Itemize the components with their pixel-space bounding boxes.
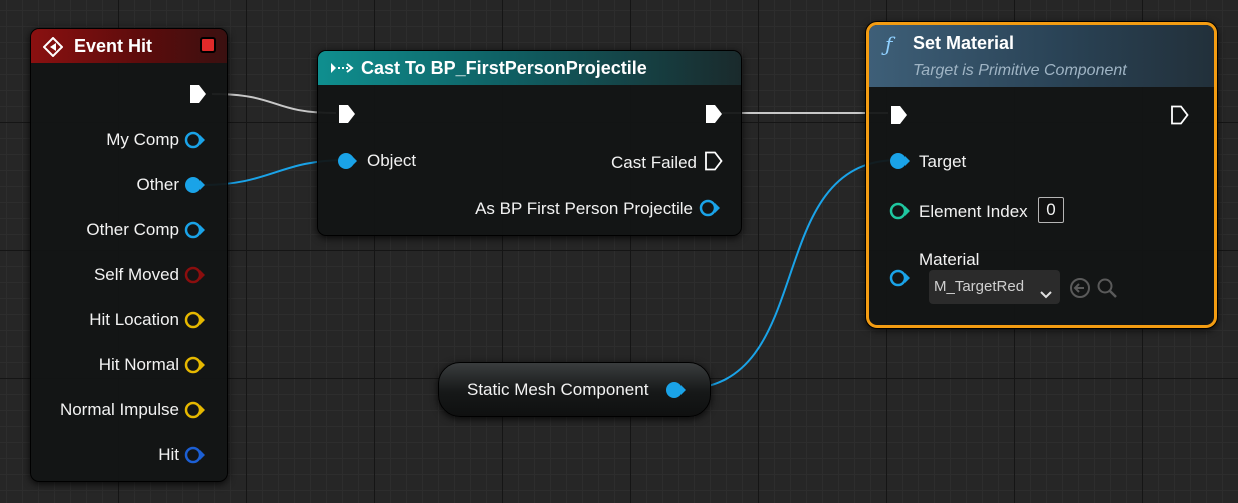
element-index-label: Element Index	[919, 202, 1028, 221]
event-hit-title: Event Hit	[74, 36, 153, 56]
material-pin[interactable]	[889, 268, 910, 288]
hit-normal-pin-label: Hit Normal	[98, 355, 179, 374]
hit-pin[interactable]	[184, 445, 205, 465]
normal-impulse-pin-label: Normal Impulse	[59, 400, 179, 419]
search-icon[interactable]	[1096, 277, 1118, 299]
function-icon: ƒ	[885, 32, 893, 56]
event-hit-node[interactable]: Event Hit My Comp Other Other Comp Self Mov…	[30, 28, 228, 482]
material-dropdown[interactable]: M_TargetRed	[929, 270, 1060, 304]
exec-in-pin[interactable]	[889, 105, 909, 125]
self-moved-pin-label: Self Moved	[93, 265, 179, 284]
exec-out-pin[interactable]	[1170, 105, 1190, 125]
cast-title: Cast To BP_FirstPersonProjectile	[361, 58, 647, 78]
set-material-title: Set Material	[913, 33, 1015, 53]
hit-normal-pin[interactable]	[184, 355, 205, 375]
set-material-subtitle: Target is Primitive Component	[913, 62, 1127, 79]
element-index-pin[interactable]	[889, 201, 910, 221]
cast-node[interactable]: Cast To BP_FirstPersonProjectile Object …	[317, 50, 742, 236]
event-icon	[42, 36, 64, 58]
element-index-input[interactable]: 0	[1038, 197, 1064, 223]
object-pin-label: Object	[367, 151, 417, 170]
hit-location-pin-label: Hit Location	[89, 310, 179, 329]
hit-location-pin[interactable]	[184, 310, 205, 330]
other-comp-pin[interactable]	[184, 220, 205, 240]
exec-out-failed-pin[interactable]	[704, 151, 724, 171]
other-pin[interactable]	[184, 175, 205, 195]
target-pin[interactable]	[889, 151, 910, 171]
set-material-node[interactable]: ƒ Set Material Target is Primitive Compo…	[866, 22, 1217, 328]
static-mesh-out-pin[interactable]	[665, 380, 686, 400]
cast-icon	[330, 60, 354, 76]
object-in-pin[interactable]	[337, 151, 357, 171]
exec-in-pin[interactable]	[337, 104, 357, 124]
self-moved-pin[interactable]	[184, 265, 205, 285]
target-label: Target	[919, 152, 967, 171]
normal-impulse-pin[interactable]	[184, 400, 205, 420]
exec-out-pin[interactable]	[188, 84, 208, 104]
exec-out-pin[interactable]	[704, 104, 724, 124]
my-comp-pin[interactable]	[184, 130, 205, 150]
as-projectile-label: As BP First Person Projectile	[475, 199, 693, 218]
other-pin-label: Other	[136, 175, 179, 194]
other-comp-pin-label: Other Comp	[86, 220, 179, 239]
cast-failed-label: Cast Failed	[611, 153, 697, 172]
as-projectile-pin[interactable]	[699, 198, 720, 218]
delegate-pin-icon[interactable]	[200, 37, 216, 53]
chevron-down-icon	[1039, 280, 1053, 314]
static-mesh-label: Static Mesh Component	[467, 380, 649, 399]
material-value: M_TargetRed	[934, 278, 1025, 295]
static-mesh-component-node[interactable]: Static Mesh Component	[438, 362, 711, 417]
my-comp-pin-label: My Comp	[106, 130, 179, 149]
use-selected-asset-icon[interactable]	[1069, 277, 1091, 299]
hit-pin-label: Hit	[158, 445, 179, 464]
material-label: Material	[919, 250, 980, 269]
